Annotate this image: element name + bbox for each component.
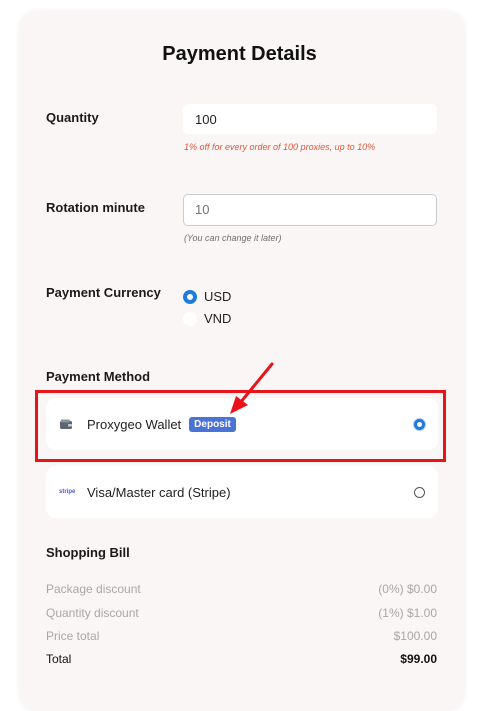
- bill-row: Quantity discount (1%) $1.00: [46, 606, 437, 620]
- bill-row: Package discount (0%) $0.00: [46, 582, 437, 596]
- bill-total-row: Total $99.00: [46, 652, 437, 666]
- bill-row: Price total $100.00: [46, 629, 437, 643]
- shopping-bill-title: Shopping Bill: [46, 545, 130, 560]
